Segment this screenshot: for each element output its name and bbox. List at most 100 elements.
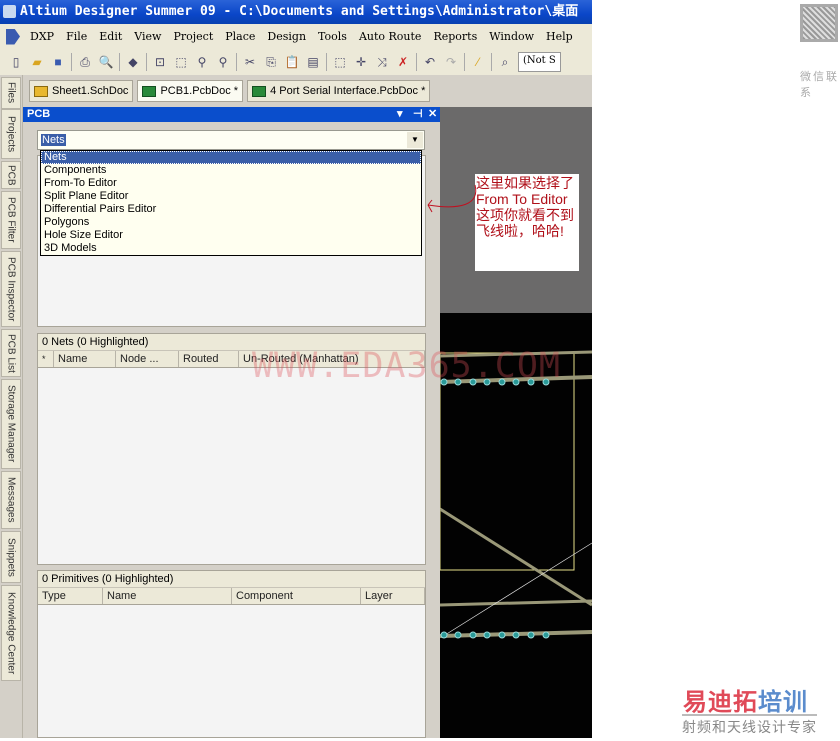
panel-mode-dropdown: Nets Components From-To Editor Split Pla… [40, 150, 422, 256]
side-tab-pcb-inspector[interactable]: PCB Inspector [1, 251, 21, 327]
new-file-icon[interactable]: ▯ [8, 54, 24, 70]
annotation-note: 这里如果选择了From To Editor这项你就看不到飞线啦，哈哈! [475, 174, 579, 271]
col-layer[interactable]: Layer [361, 588, 425, 604]
move-icon[interactable]: ✛ [353, 54, 369, 70]
menu-design[interactable]: Design [261, 30, 312, 43]
copy-icon[interactable]: ⎘ [263, 54, 279, 70]
option-polygons[interactable]: Polygons [41, 216, 421, 229]
watermark: WWW.EDA365.COM [252, 346, 562, 386]
doc-tab-pcb1[interactable]: PCB1.PcbDoc * [137, 80, 244, 102]
side-tab-snippets[interactable]: Snippets [1, 531, 21, 583]
zoom-fit-icon[interactable]: ⊡ [152, 54, 168, 70]
menu-bar: DXP File Edit View Project Place Design … [0, 24, 592, 49]
menu-view[interactable]: View [128, 30, 167, 43]
redo-icon[interactable]: ↷ [443, 54, 459, 70]
app-icon [3, 5, 16, 18]
doc-tab-sheet1[interactable]: Sheet1.SchDoc [29, 80, 134, 102]
separator [326, 53, 327, 71]
option-nets[interactable]: Nets [41, 151, 421, 164]
rubber-stamp-icon[interactable]: ▤ [305, 54, 321, 70]
logo-text-red: 易迪拓 [683, 689, 758, 716]
col-name[interactable]: Name [103, 588, 232, 604]
primitives-columns: Type Name Component Layer [38, 588, 425, 605]
col-node-count[interactable]: Node ... [116, 351, 179, 367]
menu-auto-route[interactable]: Auto Route [353, 30, 428, 43]
col-routed[interactable]: Routed [179, 351, 239, 367]
chevron-down-icon[interactable]: ▼ [407, 132, 423, 148]
separator [416, 53, 417, 71]
option-components[interactable]: Components [41, 164, 421, 177]
clear-filter-icon[interactable]: ✗ [395, 54, 411, 70]
col-type[interactable]: Type [38, 588, 103, 604]
option-differential-pairs-editor[interactable]: Differential Pairs Editor [41, 203, 421, 216]
logo-text-blue: 培训 [758, 689, 808, 716]
select-area-icon[interactable]: ⬚ [332, 54, 348, 70]
doc-tab-4-port-serial[interactable]: 4 Port Serial Interface.PcbDoc * [247, 80, 431, 102]
doc-tab-label: PCB1.PcbDoc * [160, 85, 239, 97]
pin-icon[interactable]: ⊣ [413, 107, 423, 122]
print-preview-icon[interactable]: 🔍 [98, 54, 114, 70]
menu-reports[interactable]: Reports [427, 30, 483, 43]
side-tab-projects[interactable]: Projects [1, 109, 21, 159]
qr-code [800, 4, 838, 42]
document-tabs: Sheet1.SchDoc PCB1.PcbDoc * 4 Port Seria… [23, 75, 592, 107]
doc-tab-label: Sheet1.SchDoc [52, 85, 129, 97]
primitives-header: 0 Primitives (0 Highlighted) [38, 571, 425, 588]
menu-place[interactable]: Place [219, 30, 261, 43]
col-name[interactable]: Name [54, 351, 116, 367]
doc-tab-label: 4 Port Serial Interface.PcbDoc * [270, 85, 426, 97]
menu-window[interactable]: Window [483, 30, 540, 43]
zoom-selected-icon[interactable]: ⚲ [194, 54, 210, 70]
title-bar: Altium Designer Summer 09 - C:\Documents… [0, 0, 592, 24]
close-icon[interactable]: ✕ [428, 107, 437, 122]
separator [71, 53, 72, 71]
separator [464, 53, 465, 71]
side-tab-knowledge-center[interactable]: Knowledge Center [1, 585, 21, 681]
side-tab-pcb-filter[interactable]: PCB Filter [1, 191, 21, 249]
save-icon[interactable]: ■ [50, 54, 66, 70]
qr-label: 微信联系 [800, 71, 839, 99]
open-folder-icon[interactable]: ▰ [29, 54, 45, 70]
col-component[interactable]: Component [232, 588, 361, 604]
option-from-to-editor[interactable]: From-To Editor [41, 177, 421, 190]
menu-dxp[interactable]: DXP [24, 30, 60, 43]
wand-icon[interactable]: ⁄ [470, 54, 486, 70]
browse-icon[interactable]: ⌕ [497, 54, 513, 70]
side-tab-files[interactable]: Files [1, 77, 21, 109]
option-3d-models[interactable]: 3D Models [41, 242, 421, 255]
side-tab-messages[interactable]: Messages [1, 471, 21, 529]
option-hole-size-editor[interactable]: Hole Size Editor [41, 229, 421, 242]
side-tab-pcb-list[interactable]: PCB List [1, 329, 21, 377]
toolbar: ▯ ▰ ■ ⎙ 🔍 ◆ ⊡ ⬚ ⚲ ⚲ ✂ ⎘ 📋 ▤ ⬚ ✛ ⤨ ✗ ↶ ↷ … [0, 49, 592, 75]
logo-subtitle: 射频和天线设计专家 [682, 714, 817, 737]
menu-project[interactable]: Project [167, 30, 219, 43]
dxp-icon[interactable] [6, 28, 20, 45]
menu-file[interactable]: File [60, 30, 93, 43]
separator [236, 53, 237, 71]
3d-view-icon[interactable]: ◆ [125, 54, 141, 70]
option-split-plane-editor[interactable]: Split Plane Editor [41, 190, 421, 203]
menu-edit[interactable]: Edit [93, 30, 128, 43]
menu-tools[interactable]: Tools [312, 30, 353, 43]
variant-combo[interactable]: (Not S [518, 52, 561, 72]
menu-help[interactable]: Help [540, 30, 579, 43]
cut-icon[interactable]: ✂ [242, 54, 258, 70]
separator [146, 53, 147, 71]
window-title: Altium Designer Summer 09 - C:\Documents… [20, 4, 579, 19]
side-tab-pcb[interactable]: PCB [1, 161, 21, 189]
panel-title: PCB [27, 108, 51, 120]
undo-icon[interactable]: ↶ [422, 54, 438, 70]
side-tab-storage-manager[interactable]: Storage Manager [1, 379, 21, 469]
pcb-icon [252, 85, 267, 97]
deselect-icon[interactable]: ⤨ [374, 54, 390, 70]
panel-menu-icon[interactable]: ▾ [397, 107, 403, 122]
col-star[interactable]: * [38, 351, 54, 367]
paste-icon[interactable]: 📋 [284, 54, 300, 70]
panel-mode-select[interactable]: Nets ▼ [37, 130, 425, 150]
zoom-filter-icon[interactable]: ⚲ [215, 54, 231, 70]
pcb-icon [142, 85, 157, 97]
separator [119, 53, 120, 71]
zoom-area-icon[interactable]: ⬚ [173, 54, 189, 70]
print-icon[interactable]: ⎙ [77, 54, 93, 70]
panel-header: PCB ▾ ⊣ ✕ [23, 107, 440, 122]
